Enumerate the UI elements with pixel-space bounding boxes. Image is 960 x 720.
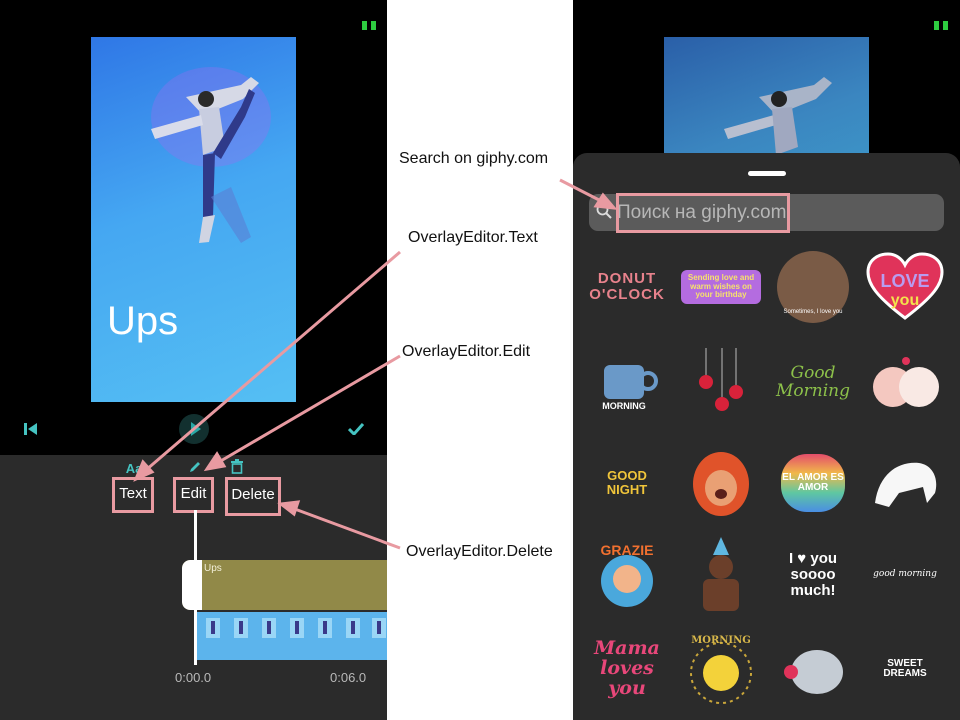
annotation-edit: OverlayEditor.Edit [402,343,531,360]
annotation-text: OverlayEditor.Text [408,229,538,246]
annotation-search: Search on giphy.com [399,150,549,167]
annotation-delete: OverlayEditor.Delete [406,543,553,560]
